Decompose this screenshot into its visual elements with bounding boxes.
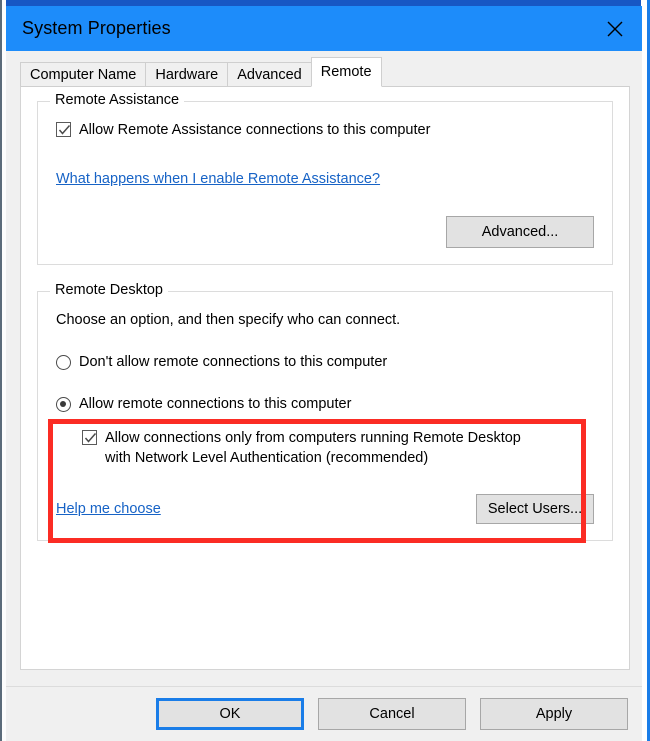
tab-advanced[interactable]: Advanced <box>227 62 312 86</box>
remote-assistance-help-link[interactable]: What happens when I enable Remote Assist… <box>56 171 380 187</box>
nla-checkbox-row[interactable]: Allow connections only from computers ru… <box>82 428 594 468</box>
dont-allow-remote-connections-radio[interactable] <box>56 355 71 370</box>
allow-remote-connections-radio[interactable] <box>56 397 71 412</box>
allow-remote-assistance-checkbox[interactable] <box>56 122 71 137</box>
remote-assistance-legend: Remote Assistance <box>50 92 185 108</box>
cancel-button[interactable]: Cancel <box>318 698 466 730</box>
close-icon <box>605 19 625 39</box>
select-users-button[interactable]: Select Users... <box>476 494 594 524</box>
remote-desktop-bottom-row: Help me choose Select Users... <box>56 494 594 524</box>
tab-computer-name[interactable]: Computer Name <box>20 62 147 86</box>
apply-button[interactable]: Apply <box>480 698 628 730</box>
allow-remote-assistance-label: Allow Remote Assistance connections to t… <box>79 122 431 138</box>
dialog-footer: OK Cancel Apply <box>6 686 642 741</box>
dialog-title: System Properties <box>22 18 171 38</box>
close-button[interactable] <box>588 6 642 51</box>
ok-button[interactable]: OK <box>156 698 304 730</box>
advanced-button[interactable]: Advanced... <box>446 216 594 248</box>
tab-remote[interactable]: Remote <box>310 57 382 87</box>
system-properties-dialog: System Properties Computer Name Hardware… <box>6 6 642 741</box>
allow-remote-assistance-row[interactable]: Allow Remote Assistance connections to t… <box>56 120 594 140</box>
nla-checkbox[interactable] <box>82 430 97 445</box>
remote-tab-page: Remote Assistance Allow Remote Assistanc… <box>20 86 630 670</box>
allow-remote-connections-label: Allow remote connections to this compute… <box>79 396 352 412</box>
dont-allow-remote-connections-row[interactable]: Don't allow remote connections to this c… <box>56 352 594 372</box>
tab-hardware[interactable]: Hardware <box>145 62 229 86</box>
remote-assistance-group: Remote Assistance Allow Remote Assistanc… <box>37 92 613 265</box>
tabpage-bottom-spacer <box>6 670 642 686</box>
dont-allow-remote-connections-label: Don't allow remote connections to this c… <box>79 354 388 370</box>
remote-desktop-legend: Remote Desktop <box>50 282 168 298</box>
help-me-choose-link[interactable]: Help me choose <box>56 501 161 517</box>
background-window-right-edge <box>641 0 650 741</box>
tab-strip: Computer Name Hardware Advanced Remote <box>6 51 642 87</box>
allow-remote-connections-row[interactable]: Allow remote connections to this compute… <box>56 394 594 414</box>
nla-checkbox-label: Allow connections only from computers ru… <box>105 430 521 466</box>
dialog-titlebar: System Properties <box>6 6 642 51</box>
remote-desktop-intro: Choose an option, and then specify who c… <box>56 312 401 328</box>
remote-desktop-group: Remote Desktop Choose an option, and the… <box>37 282 613 543</box>
advanced-button-row: Advanced... <box>56 216 594 248</box>
